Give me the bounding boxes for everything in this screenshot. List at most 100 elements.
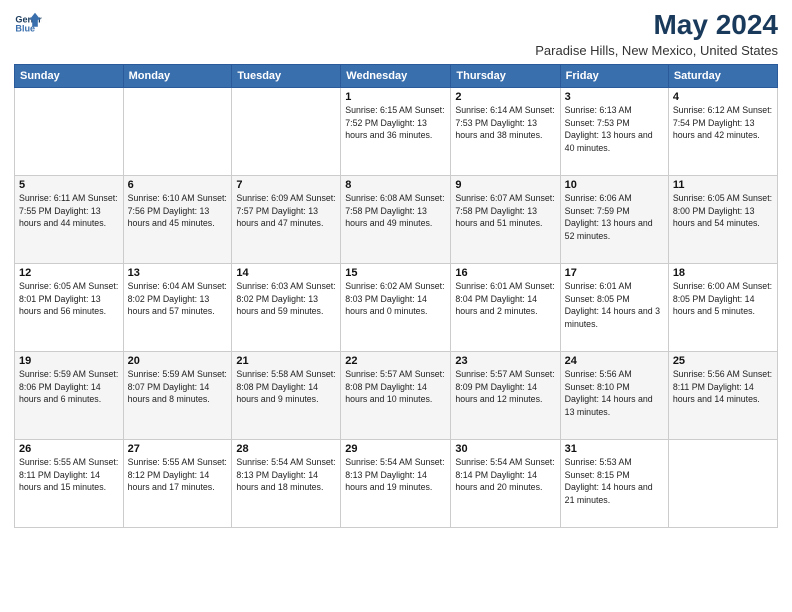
day-number: 3 [565, 91, 664, 103]
day-number: 12 [19, 267, 119, 279]
day-number: 4 [673, 91, 773, 103]
day-number: 22 [345, 355, 446, 367]
calendar-cell: 17Sunrise: 6:01 AM Sunset: 8:05 PM Dayli… [560, 263, 668, 351]
calendar-cell: 23Sunrise: 5:57 AM Sunset: 8:09 PM Dayli… [451, 351, 560, 439]
calendar-week-4: 26Sunrise: 5:55 AM Sunset: 8:11 PM Dayli… [15, 439, 778, 527]
calendar-cell: 22Sunrise: 5:57 AM Sunset: 8:08 PM Dayli… [341, 351, 451, 439]
main-title: May 2024 [535, 10, 778, 41]
day-info: Sunrise: 5:54 AM Sunset: 8:13 PM Dayligh… [236, 456, 336, 494]
day-info: Sunrise: 6:09 AM Sunset: 7:57 PM Dayligh… [236, 192, 336, 230]
day-number: 24 [565, 355, 664, 367]
calendar-cell: 26Sunrise: 5:55 AM Sunset: 8:11 PM Dayli… [15, 439, 124, 527]
day-info: Sunrise: 6:04 AM Sunset: 8:02 PM Dayligh… [128, 280, 228, 318]
day-info: Sunrise: 5:55 AM Sunset: 8:12 PM Dayligh… [128, 456, 228, 494]
day-number: 28 [236, 443, 336, 455]
day-number: 16 [455, 267, 555, 279]
day-number: 27 [128, 443, 228, 455]
logo-icon: General Blue [14, 10, 42, 38]
day-info: Sunrise: 6:08 AM Sunset: 7:58 PM Dayligh… [345, 192, 446, 230]
calendar-week-2: 12Sunrise: 6:05 AM Sunset: 8:01 PM Dayli… [15, 263, 778, 351]
day-info: Sunrise: 5:55 AM Sunset: 8:11 PM Dayligh… [19, 456, 119, 494]
day-info: Sunrise: 6:07 AM Sunset: 7:58 PM Dayligh… [455, 192, 555, 230]
day-info: Sunrise: 6:13 AM Sunset: 7:53 PM Dayligh… [565, 104, 664, 155]
calendar-cell: 27Sunrise: 5:55 AM Sunset: 8:12 PM Dayli… [123, 439, 232, 527]
calendar-cell: 14Sunrise: 6:03 AM Sunset: 8:02 PM Dayli… [232, 263, 341, 351]
day-number: 7 [236, 179, 336, 191]
weekday-header-wednesday: Wednesday [341, 64, 451, 87]
svg-text:Blue: Blue [15, 24, 35, 34]
calendar-cell: 25Sunrise: 5:56 AM Sunset: 8:11 PM Dayli… [668, 351, 777, 439]
calendar-cell: 21Sunrise: 5:58 AM Sunset: 8:08 PM Dayli… [232, 351, 341, 439]
calendar-cell: 8Sunrise: 6:08 AM Sunset: 7:58 PM Daylig… [341, 175, 451, 263]
day-info: Sunrise: 6:12 AM Sunset: 7:54 PM Dayligh… [673, 104, 773, 142]
calendar-cell: 1Sunrise: 6:15 AM Sunset: 7:52 PM Daylig… [341, 87, 451, 175]
calendar-cell: 19Sunrise: 5:59 AM Sunset: 8:06 PM Dayli… [15, 351, 124, 439]
calendar-cell: 6Sunrise: 6:10 AM Sunset: 7:56 PM Daylig… [123, 175, 232, 263]
day-number: 19 [19, 355, 119, 367]
day-number: 8 [345, 179, 446, 191]
day-number: 11 [673, 179, 773, 191]
calendar-cell: 30Sunrise: 5:54 AM Sunset: 8:14 PM Dayli… [451, 439, 560, 527]
day-info: Sunrise: 5:53 AM Sunset: 8:15 PM Dayligh… [565, 456, 664, 507]
calendar-cell: 13Sunrise: 6:04 AM Sunset: 8:02 PM Dayli… [123, 263, 232, 351]
calendar: SundayMondayTuesdayWednesdayThursdayFrid… [14, 64, 778, 528]
day-info: Sunrise: 5:54 AM Sunset: 8:14 PM Dayligh… [455, 456, 555, 494]
day-number: 9 [455, 179, 555, 191]
calendar-cell: 31Sunrise: 5:53 AM Sunset: 8:15 PM Dayli… [560, 439, 668, 527]
day-info: Sunrise: 6:06 AM Sunset: 7:59 PM Dayligh… [565, 192, 664, 243]
calendar-cell: 18Sunrise: 6:00 AM Sunset: 8:05 PM Dayli… [668, 263, 777, 351]
day-number: 5 [19, 179, 119, 191]
calendar-header-row: SundayMondayTuesdayWednesdayThursdayFrid… [15, 64, 778, 87]
day-number: 1 [345, 91, 446, 103]
calendar-cell [668, 439, 777, 527]
day-number: 26 [19, 443, 119, 455]
calendar-cell: 12Sunrise: 6:05 AM Sunset: 8:01 PM Dayli… [15, 263, 124, 351]
day-info: Sunrise: 6:05 AM Sunset: 8:00 PM Dayligh… [673, 192, 773, 230]
day-number: 17 [565, 267, 664, 279]
day-info: Sunrise: 6:01 AM Sunset: 8:05 PM Dayligh… [565, 280, 664, 331]
day-number: 30 [455, 443, 555, 455]
day-number: 13 [128, 267, 228, 279]
day-number: 2 [455, 91, 555, 103]
title-block: May 2024 Paradise Hills, New Mexico, Uni… [535, 10, 778, 58]
subtitle: Paradise Hills, New Mexico, United State… [535, 43, 778, 58]
day-number: 10 [565, 179, 664, 191]
day-info: Sunrise: 5:59 AM Sunset: 8:07 PM Dayligh… [128, 368, 228, 406]
weekday-header-friday: Friday [560, 64, 668, 87]
calendar-cell: 7Sunrise: 6:09 AM Sunset: 7:57 PM Daylig… [232, 175, 341, 263]
weekday-header-thursday: Thursday [451, 64, 560, 87]
weekday-header-monday: Monday [123, 64, 232, 87]
weekday-header-tuesday: Tuesday [232, 64, 341, 87]
calendar-cell: 29Sunrise: 5:54 AM Sunset: 8:13 PM Dayli… [341, 439, 451, 527]
calendar-cell: 5Sunrise: 6:11 AM Sunset: 7:55 PM Daylig… [15, 175, 124, 263]
calendar-cell: 15Sunrise: 6:02 AM Sunset: 8:03 PM Dayli… [341, 263, 451, 351]
day-number: 14 [236, 267, 336, 279]
calendar-cell: 2Sunrise: 6:14 AM Sunset: 7:53 PM Daylig… [451, 87, 560, 175]
day-info: Sunrise: 6:01 AM Sunset: 8:04 PM Dayligh… [455, 280, 555, 318]
day-info: Sunrise: 6:11 AM Sunset: 7:55 PM Dayligh… [19, 192, 119, 230]
calendar-cell [15, 87, 124, 175]
weekday-header-saturday: Saturday [668, 64, 777, 87]
day-number: 18 [673, 267, 773, 279]
day-number: 20 [128, 355, 228, 367]
day-info: Sunrise: 6:02 AM Sunset: 8:03 PM Dayligh… [345, 280, 446, 318]
day-info: Sunrise: 6:15 AM Sunset: 7:52 PM Dayligh… [345, 104, 446, 142]
calendar-cell: 4Sunrise: 6:12 AM Sunset: 7:54 PM Daylig… [668, 87, 777, 175]
day-info: Sunrise: 5:57 AM Sunset: 8:08 PM Dayligh… [345, 368, 446, 406]
day-info: Sunrise: 5:57 AM Sunset: 8:09 PM Dayligh… [455, 368, 555, 406]
day-number: 15 [345, 267, 446, 279]
day-number: 29 [345, 443, 446, 455]
calendar-cell [232, 87, 341, 175]
day-number: 23 [455, 355, 555, 367]
day-info: Sunrise: 5:58 AM Sunset: 8:08 PM Dayligh… [236, 368, 336, 406]
page: General Blue May 2024 Paradise Hills, Ne… [0, 0, 792, 612]
calendar-cell: 20Sunrise: 5:59 AM Sunset: 8:07 PM Dayli… [123, 351, 232, 439]
calendar-cell: 11Sunrise: 6:05 AM Sunset: 8:00 PM Dayli… [668, 175, 777, 263]
calendar-cell: 16Sunrise: 6:01 AM Sunset: 8:04 PM Dayli… [451, 263, 560, 351]
day-number: 21 [236, 355, 336, 367]
calendar-cell: 10Sunrise: 6:06 AM Sunset: 7:59 PM Dayli… [560, 175, 668, 263]
calendar-week-0: 1Sunrise: 6:15 AM Sunset: 7:52 PM Daylig… [15, 87, 778, 175]
day-info: Sunrise: 6:14 AM Sunset: 7:53 PM Dayligh… [455, 104, 555, 142]
day-number: 25 [673, 355, 773, 367]
day-info: Sunrise: 5:56 AM Sunset: 8:11 PM Dayligh… [673, 368, 773, 406]
